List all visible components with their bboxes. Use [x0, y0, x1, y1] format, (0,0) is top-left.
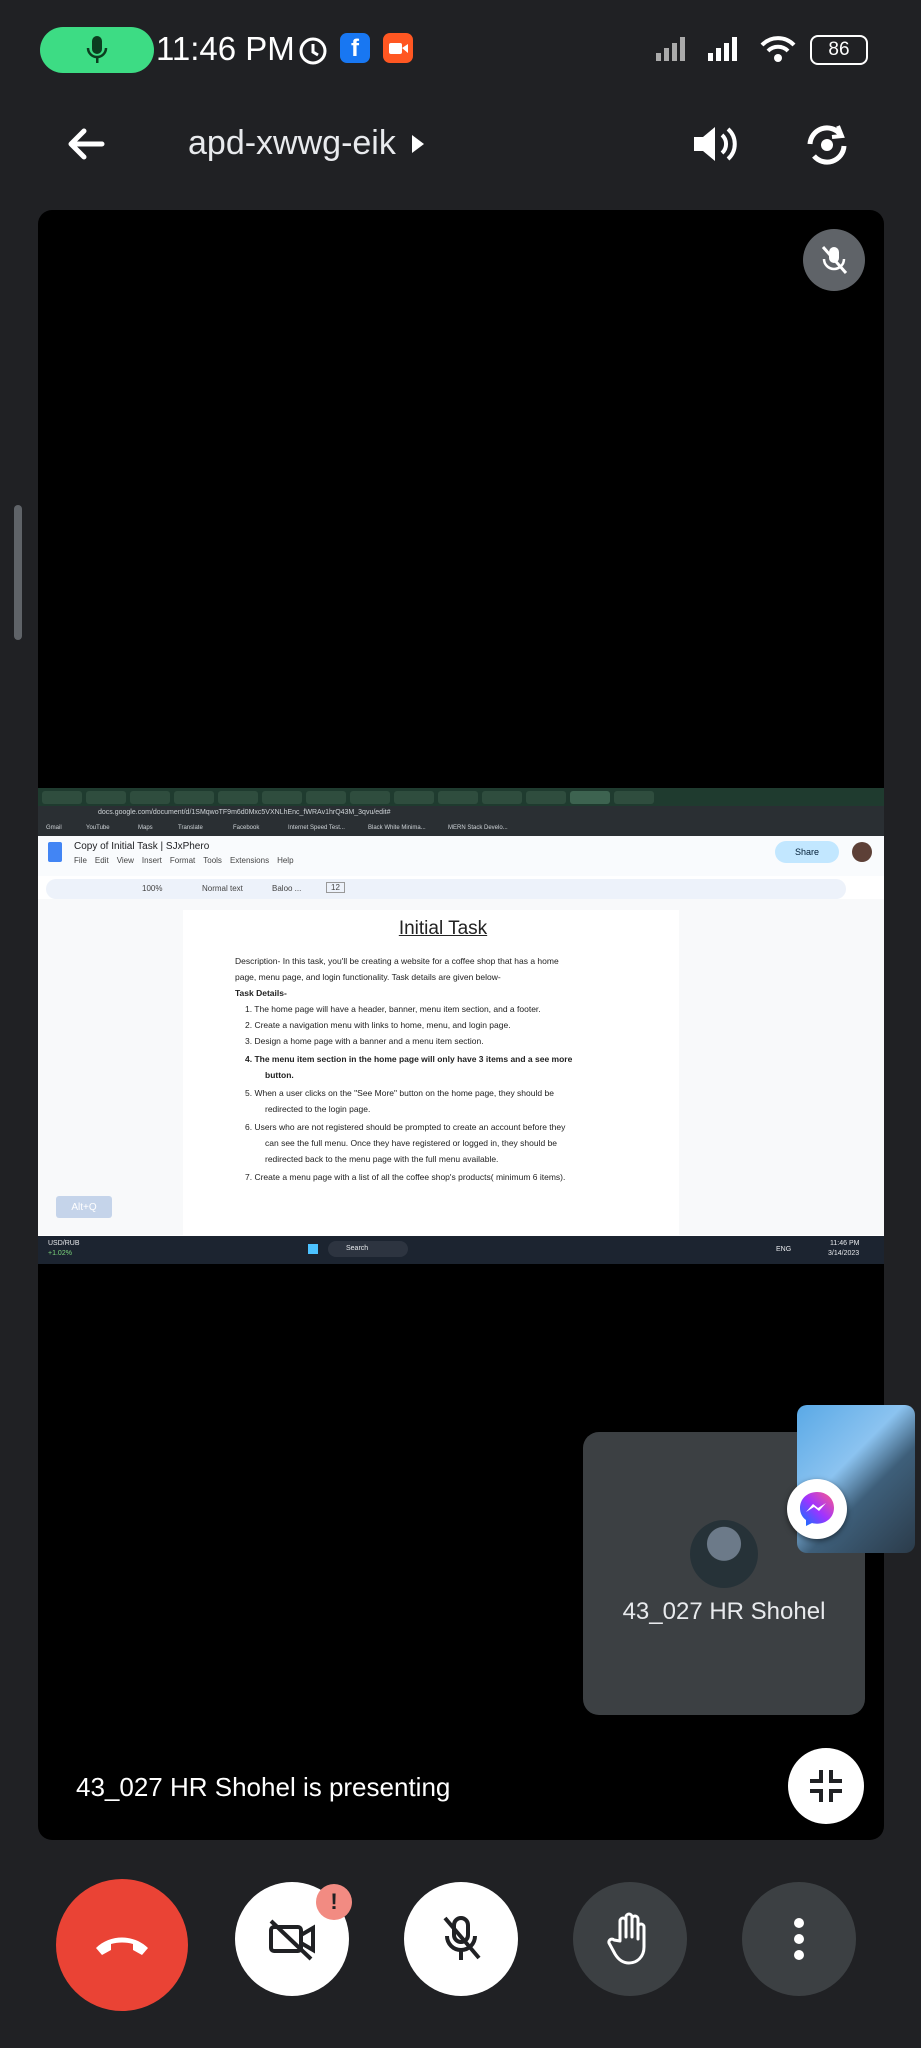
windows-taskbar: USD/RUB +1.02% Search ENG 11:46 PM 3/14/…: [38, 1236, 884, 1264]
collapse-button[interactable]: [788, 1748, 864, 1824]
menu-view[interactable]: View: [117, 856, 134, 865]
signal-icon: [656, 37, 685, 61]
ticker-change: +1.02%: [48, 1250, 72, 1257]
presenter-muted-indicator: [803, 229, 865, 291]
bookmark-item[interactable]: Maps: [138, 825, 153, 831]
doc-line: Task Details-: [235, 988, 287, 998]
windows-start-icon[interactable]: [308, 1244, 318, 1254]
signal-icon: [708, 37, 737, 61]
docs-logo-icon: [48, 842, 62, 862]
alt-q-text: Alt+Q: [71, 1201, 97, 1213]
zoom-select[interactable]: 100%: [142, 884, 162, 893]
play-triangle-icon: [411, 134, 424, 153]
doc-line: redirected to the login page.: [265, 1104, 371, 1114]
switch-camera-icon[interactable]: [800, 118, 854, 172]
bookmark-item[interactable]: Translate: [178, 825, 203, 831]
wifi-icon: [760, 36, 796, 62]
camera-off-icon: [269, 1919, 315, 1961]
font-size-input[interactable]: 12: [326, 882, 345, 893]
raise-hand-button[interactable]: [573, 1882, 687, 1996]
bookmark-item[interactable]: Gmail: [46, 825, 62, 831]
docs-header: Copy of Initial Task | SJxPhero File Edi…: [38, 836, 884, 876]
hang-up-icon: [96, 1937, 148, 1955]
taskbar-search-label: Search: [346, 1245, 369, 1252]
document-page[interactable]: Initial Task Description- In this task, …: [183, 910, 679, 1235]
menu-help[interactable]: Help: [277, 856, 293, 865]
menu-tools[interactable]: Tools: [203, 856, 222, 865]
docs-menu-bar: File Edit View Insert Format Tools Exten…: [74, 856, 294, 865]
left-scroll-indicator: [14, 505, 22, 640]
bookmark-item[interactable]: Facebook: [233, 825, 259, 831]
ticker-name: USD/RUB: [48, 1240, 80, 1247]
doc-line: 2. Create a navigation menu with links t…: [245, 1020, 511, 1030]
language-indicator: ENG: [776, 1246, 792, 1253]
mic-icon: [86, 36, 108, 63]
alarm-icon: [299, 37, 327, 65]
battery-icon: 86: [810, 35, 868, 65]
shared-screen: docs.google.com/document/d/1SMqwoTF9m6d0…: [38, 788, 884, 1264]
leave-call-button[interactable]: [56, 1879, 188, 2011]
battery-level: 86: [828, 39, 850, 60]
bookmark-item[interactable]: YouTube: [86, 825, 110, 831]
menu-extensions[interactable]: Extensions: [230, 856, 269, 865]
mic-in-use-indicator[interactable]: [40, 27, 154, 73]
status-time: 11:46 PM: [156, 30, 295, 67]
meeting-code-text: apd-xwwg-eik: [188, 124, 396, 162]
share-button-label: Share: [794, 847, 820, 857]
participant-name: 43_027 HR Shohel: [622, 1598, 826, 1625]
doc-line: 5. When a user clicks on the "See More" …: [245, 1088, 554, 1098]
bookmark-item[interactable]: MERN Stack Develo...: [448, 825, 508, 831]
mic-off-icon: [821, 246, 848, 274]
browser-address-bar[interactable]: docs.google.com/document/d/1SMqwoTF9m6d0…: [38, 806, 884, 822]
menu-format[interactable]: Format: [170, 856, 195, 865]
avatar[interactable]: [852, 842, 872, 862]
presenting-status: 43_027 HR Shohel is presenting: [76, 1772, 451, 1802]
speaker-icon[interactable]: [688, 118, 740, 170]
font-select[interactable]: Baloo ...: [272, 884, 301, 893]
doc-line: can see the full menu. Once they have re…: [265, 1138, 558, 1148]
bookmarks-bar: Gmail YouTube Maps Translate Facebook In…: [38, 822, 884, 836]
camera-warning-badge: !: [316, 1884, 352, 1920]
doc-line: page, menu page, and login functionality…: [235, 972, 501, 982]
style-select[interactable]: Normal text: [202, 884, 243, 893]
doc-line: 6. Users who are not registered should b…: [245, 1122, 566, 1132]
doc-line: Description- In this task, you'll be cre…: [235, 956, 559, 966]
browser-tab-strip: [38, 788, 884, 806]
collapse-icon: [810, 1770, 842, 1802]
url-text: docs.google.com/document/d/1SMqwoTF9m6d0…: [98, 809, 391, 816]
taskbar-date: 3/14/2023: [828, 1250, 860, 1257]
video-record-icon: [383, 33, 413, 63]
menu-file[interactable]: File: [74, 856, 87, 865]
taskbar-search[interactable]: Search: [328, 1241, 408, 1257]
taskbar-time: 11:46 PM: [830, 1240, 860, 1247]
doc-line: 3. Design a home page with a banner and …: [245, 1036, 484, 1046]
menu-edit[interactable]: Edit: [95, 856, 109, 865]
docs-toolbar: 100% Normal text Baloo ... 12: [46, 879, 846, 899]
back-arrow-icon[interactable]: [62, 120, 110, 168]
bookmark-item[interactable]: Black White Minima...: [368, 825, 426, 831]
doc-heading: Initial Task: [398, 918, 488, 939]
status-bar: 11:46 PM f 86: [0, 0, 921, 78]
doc-line: 1. The home page will have a header, ban…: [245, 1004, 541, 1014]
doc-line: 4. The menu item section in the home pag…: [245, 1054, 573, 1064]
call-header: [0, 100, 921, 195]
share-button[interactable]: Share: [775, 841, 839, 863]
alt-q-hint: Alt+Q: [56, 1196, 112, 1218]
mic-toggle-button[interactable]: [404, 1882, 518, 1996]
avatar: [690, 1520, 758, 1588]
more-icon: [794, 1918, 804, 1960]
doc-line: redirected back to the menu page with th…: [265, 1154, 499, 1164]
doc-line: button.: [265, 1070, 294, 1080]
facebook-icon: f: [340, 33, 370, 63]
doc-name[interactable]: Copy of Initial Task | SJxPhero: [74, 841, 209, 852]
meeting-code[interactable]: apd-xwwg-eik: [188, 124, 426, 163]
raise-hand-icon: [607, 1912, 646, 1965]
doc-line: 7. Create a menu page with a list of all…: [245, 1172, 566, 1182]
more-options-button[interactable]: [742, 1882, 856, 1996]
bookmark-item[interactable]: Internet Speed Test...: [288, 825, 345, 831]
messenger-icon[interactable]: [787, 1479, 847, 1539]
mic-off-icon: [443, 1916, 481, 1960]
menu-insert[interactable]: Insert: [142, 856, 162, 865]
